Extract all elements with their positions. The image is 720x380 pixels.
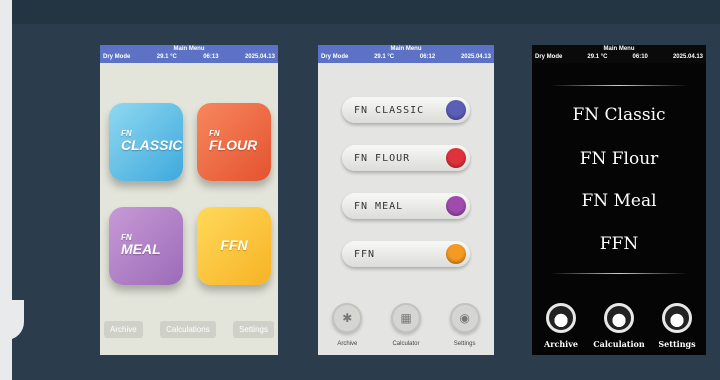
settings-button[interactable]: ◉ Settings — [445, 303, 485, 347]
tile-label: MEAL — [121, 241, 161, 257]
archive-label: Archive — [337, 341, 358, 347]
background-wall-notch — [0, 300, 24, 340]
bottom-bar: Archive Calculations Settings — [104, 321, 274, 338]
status-date: 2025.04.13 — [460, 54, 491, 60]
status-temp: 29.1 °C — [587, 54, 608, 60]
settings-icon: ◉ — [449, 303, 480, 333]
fn-meal-button[interactable]: FN MEAL — [342, 193, 470, 219]
indicator-dot — [446, 100, 466, 120]
settings-icon — [662, 303, 692, 333]
fn-classic-tile[interactable]: FN CLASSIC — [109, 103, 183, 181]
calculator-label: Calculator — [392, 341, 420, 347]
fn-flour-menu-item[interactable]: FN Flour — [532, 149, 706, 169]
status-bar: Main Menu Dry Mode 29.1 °C 06:12 2025.04… — [318, 45, 494, 63]
status-mode: Dry Mode — [103, 54, 131, 60]
archive-button[interactable]: Archive — [104, 321, 143, 338]
bottom-bar: Archive Calculation Settings — [532, 303, 706, 349]
screen-pills-layout: Main Menu Dry Mode 29.1 °C 06:12 2025.04… — [318, 45, 494, 355]
tile-label: CLASSIC — [121, 137, 183, 153]
settings-button[interactable]: Settings — [649, 303, 705, 349]
background-top-band — [12, 0, 720, 24]
pill-label: FFN — [354, 249, 376, 260]
settings-label: Settings — [453, 341, 476, 347]
screen-tiles-layout: Main Menu Dry Mode 29.1 °C 06:13 2025.04… — [100, 45, 278, 355]
status-title: Main Menu — [173, 46, 205, 52]
status-bar: Main Menu Dry Mode 29.1 °C 06:13 2025.04… — [100, 45, 278, 63]
fn-meal-tile[interactable]: FN MEAL — [109, 207, 183, 285]
status-time: 06:12 — [419, 54, 436, 60]
calculation-label: Calculation — [593, 339, 645, 349]
indicator-dot — [446, 148, 466, 168]
screen-dark-layout: Main Menu Dry Mode 29.1 °C 06:10 2025.04… — [532, 45, 706, 355]
status-temp: 29.1 °C — [374, 54, 395, 60]
archive-button[interactable]: ✱ Archive — [327, 303, 367, 347]
status-time: 06:10 — [632, 54, 648, 60]
calculations-button[interactable]: Calculations — [160, 321, 216, 338]
status-mode: Dry Mode — [535, 54, 563, 60]
pill-label: FN MEAL — [354, 201, 404, 212]
status-time: 06:13 — [203, 54, 219, 60]
pill-label: FN CLASSIC — [354, 105, 425, 116]
archive-icon — [546, 303, 576, 333]
calculator-button[interactable]: ▦ Calculator — [386, 303, 426, 347]
divider — [550, 273, 688, 274]
indicator-dot — [446, 196, 466, 216]
fn-meal-menu-item[interactable]: FN Meal — [532, 191, 706, 211]
calculation-button[interactable]: Calculation — [591, 303, 647, 349]
settings-button[interactable]: Settings — [233, 321, 274, 338]
ffn-button[interactable]: FFN — [342, 241, 470, 267]
archive-button[interactable]: Archive — [533, 303, 589, 349]
status-bar: Main Menu Dry Mode 29.1 °C 06:10 2025.04… — [532, 45, 706, 63]
pill-label: FN FLOUR — [354, 153, 411, 164]
status-date: 2025.04.13 — [244, 54, 275, 60]
fn-flour-tile[interactable]: FN FLOUR — [197, 103, 271, 181]
status-mode: Dry Mode — [321, 54, 349, 60]
status-title: Main Menu — [390, 46, 422, 52]
tile-label: FFN — [220, 237, 248, 253]
ffn-tile[interactable]: FFN — [197, 207, 271, 285]
fn-flour-button[interactable]: FN FLOUR — [342, 145, 470, 171]
tile-label: FLOUR — [209, 137, 258, 153]
archive-icon: ✱ — [332, 303, 363, 333]
settings-label: Settings — [658, 339, 696, 349]
archive-label: Archive — [544, 339, 578, 349]
ffn-menu-item[interactable]: FFN — [532, 234, 706, 254]
divider — [550, 85, 688, 86]
calculator-icon: ▦ — [390, 303, 421, 333]
status-date: 2025.04.13 — [672, 54, 703, 60]
indicator-dot — [446, 244, 466, 264]
calculation-icon — [604, 303, 634, 333]
fn-classic-button[interactable]: FN CLASSIC — [342, 97, 470, 123]
status-title: Main Menu — [603, 46, 635, 52]
bottom-bar: ✱ Archive ▦ Calculator ◉ Settings — [318, 303, 494, 347]
status-temp: 29.1 °C — [156, 54, 177, 60]
fn-classic-menu-item[interactable]: FN Classic — [532, 105, 706, 125]
